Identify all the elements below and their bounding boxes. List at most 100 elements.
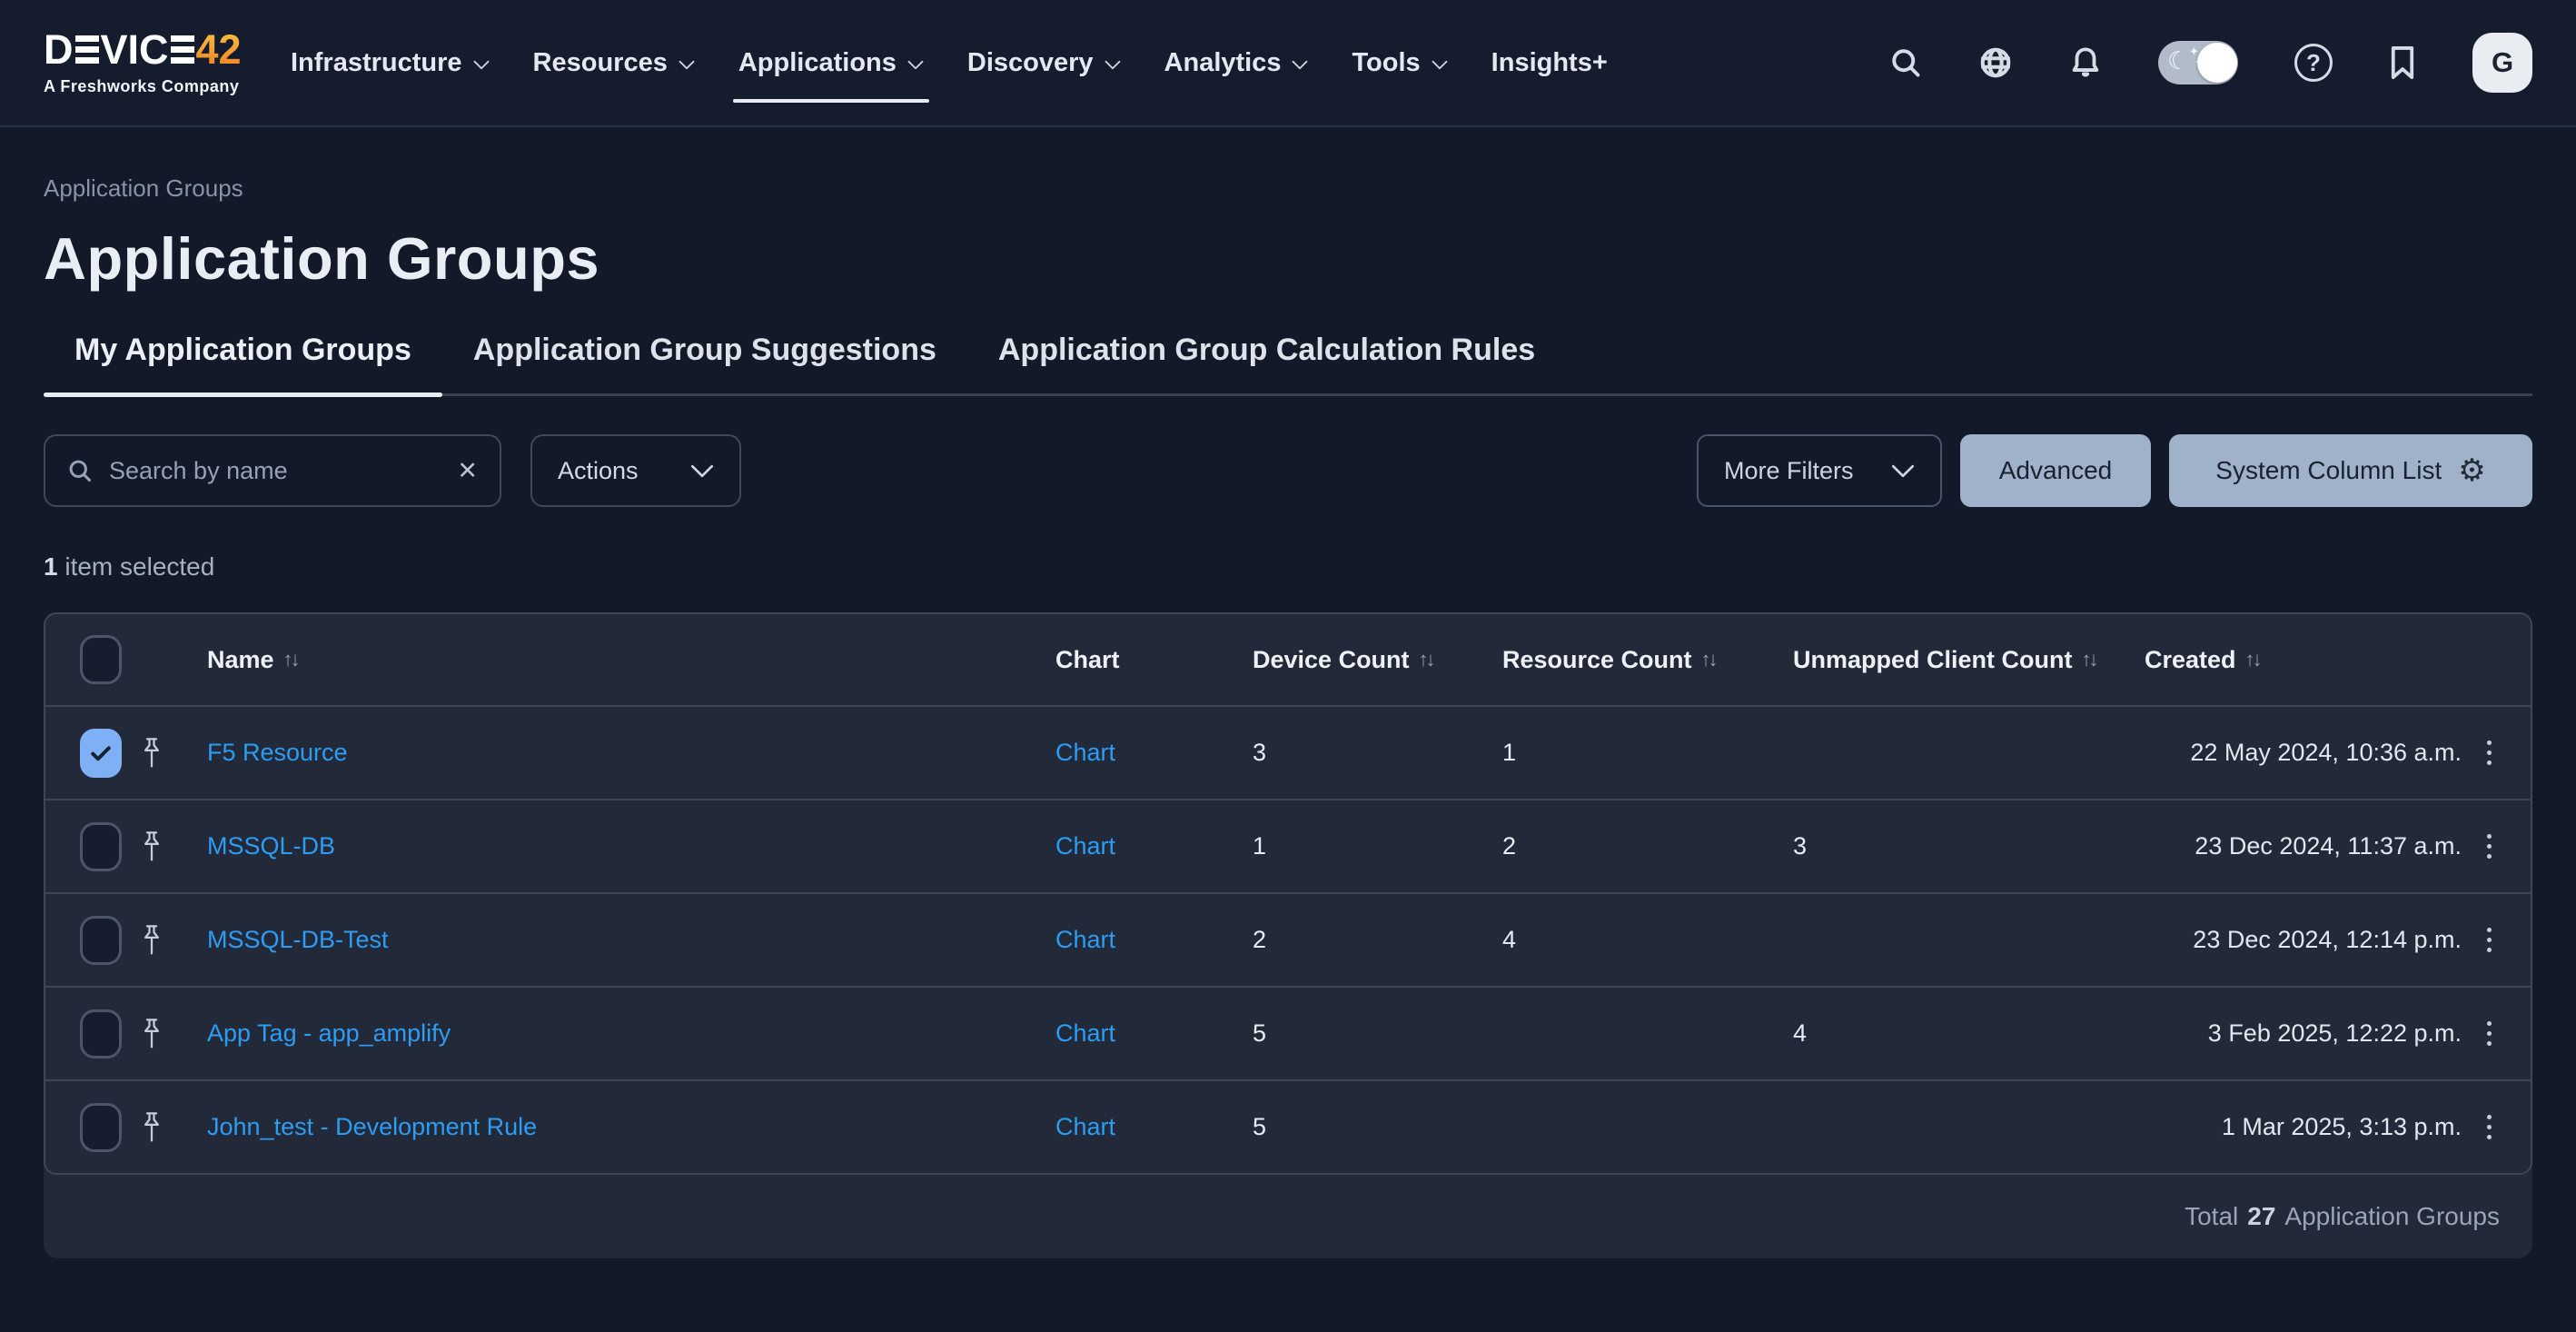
unmapped-client-count-value: 4 — [1793, 1019, 2145, 1048]
pin-icon[interactable] — [138, 922, 165, 959]
search-input[interactable] — [109, 457, 441, 485]
nav-item-label: Discovery — [967, 48, 1094, 78]
row-checkbox[interactable] — [80, 1009, 122, 1059]
pin-icon[interactable] — [138, 829, 165, 865]
app-group-name-link[interactable]: MSSQL-DB — [207, 832, 335, 860]
row-checkbox[interactable] — [80, 729, 122, 778]
sort-icon: ↑↓ — [1419, 648, 1433, 671]
logo-text: D — [44, 29, 74, 70]
nav-item[interactable]: Infrastructure — [291, 0, 490, 126]
row-checkbox[interactable] — [80, 822, 122, 871]
main-menu: Infrastructure Resources Applications Di… — [291, 0, 1608, 126]
chart-link[interactable]: Chart — [1055, 1113, 1115, 1140]
sort-icon: ↑↓ — [283, 648, 298, 671]
row-actions-kebab-icon[interactable] — [2482, 735, 2497, 770]
device-count-value: 1 — [1253, 832, 1502, 860]
nav-item[interactable]: Tools — [1352, 0, 1447, 126]
row-checkbox[interactable] — [80, 1103, 122, 1152]
device-count-value: 5 — [1253, 1113, 1502, 1141]
system-column-list-label: System Column List — [2215, 456, 2442, 485]
application-groups-table: Name↑↓ Chart Device Count↑↓ Resource Cou… — [44, 612, 2532, 1258]
tab[interactable]: Application Group Calculation Rules — [967, 333, 1566, 393]
table-row: MSSQL-DB-Test Chart 2 4 23 Dec 2024, 12:… — [45, 892, 2531, 986]
table-body: F5 Resource Chart 3 1 22 May 2024, 10:36… — [45, 705, 2531, 1173]
nav-item-label: Applications — [738, 48, 897, 78]
pin-icon[interactable] — [138, 735, 165, 771]
app-group-name-link[interactable]: App Tag - app_amplify — [207, 1019, 451, 1047]
logo-stylized-e: E — [171, 35, 194, 64]
row-actions-kebab-icon[interactable] — [2482, 829, 2497, 864]
chevron-down-icon — [690, 464, 714, 478]
search-icon[interactable] — [1889, 46, 1922, 79]
clear-search-icon[interactable]: ✕ — [457, 459, 478, 483]
chevron-down-icon — [1292, 60, 1308, 70]
more-filters-label: More Filters — [1724, 457, 1854, 485]
tab[interactable]: Application Group Suggestions — [442, 333, 967, 393]
unmapped-client-count-value: 3 — [1793, 832, 2145, 860]
nav-item[interactable]: Resources — [533, 0, 695, 126]
column-header-created[interactable]: Created↑↓ — [2145, 646, 2471, 674]
row-checkbox[interactable] — [80, 916, 122, 965]
device-count-value: 5 — [1253, 1019, 1502, 1048]
actions-dropdown[interactable]: Actions — [530, 434, 741, 507]
row-actions-kebab-icon[interactable] — [2482, 1109, 2497, 1145]
chart-link[interactable]: Chart — [1055, 1019, 1115, 1047]
help-icon[interactable]: ? — [2294, 44, 2333, 82]
pin-icon[interactable] — [138, 1016, 165, 1052]
toolbar: ✕ Actions More Filters Advanced System C… — [44, 434, 2532, 507]
selected-count: 1 — [44, 552, 58, 581]
gear-icon: ⚙ — [2458, 455, 2485, 486]
logo-accent-number: 42 — [196, 29, 242, 70]
advanced-button[interactable]: Advanced — [1960, 434, 2151, 507]
created-value: 1 Mar 2025, 3:13 p.m. — [2145, 1113, 2471, 1141]
more-filters-dropdown[interactable]: More Filters — [1697, 434, 1942, 507]
app-group-name-link[interactable]: F5 Resource — [207, 739, 348, 766]
nav-item[interactable]: Applications — [738, 0, 924, 126]
bookmark-icon[interactable] — [2389, 45, 2416, 80]
device42-logo[interactable]: DEVICE42 A Freshworks Company — [44, 29, 253, 96]
nav-item[interactable]: Discovery — [967, 0, 1121, 126]
theme-toggle[interactable]: ☾ ✦ ✦ — [2158, 41, 2238, 84]
app-group-name-link[interactable]: MSSQL-DB-Test — [207, 926, 389, 953]
column-header-resource-count[interactable]: Resource Count↑↓ — [1502, 646, 1793, 674]
logo-wordmark: DEVICE42 — [44, 29, 253, 70]
nav-item[interactable]: Analytics — [1164, 0, 1309, 126]
pin-icon[interactable] — [138, 1109, 165, 1146]
page-title: Application Groups — [44, 224, 2532, 293]
resource-count-value: 1 — [1502, 739, 1793, 767]
chart-link[interactable]: Chart — [1055, 926, 1115, 953]
logo-text: VIC — [101, 29, 169, 70]
device-count-value: 3 — [1253, 739, 1502, 767]
user-avatar[interactable]: G — [2472, 33, 2532, 93]
chart-link[interactable]: Chart — [1055, 739, 1115, 766]
chevron-down-icon — [907, 60, 924, 70]
column-header-name[interactable]: Name↑↓ — [207, 646, 1055, 674]
chevron-down-icon — [1891, 464, 1915, 478]
chart-link[interactable]: Chart — [1055, 832, 1115, 860]
search-icon — [67, 458, 93, 483]
created-value: 23 Dec 2024, 12:14 p.m. — [2145, 926, 2471, 954]
selection-status: 1 item selected — [44, 552, 2532, 582]
footer-total-label: Total — [2185, 1202, 2238, 1231]
logo-subtitle: A Freshworks Company — [44, 77, 253, 96]
tab[interactable]: My Application Groups — [44, 333, 442, 393]
logo-stylized-e: E — [75, 35, 99, 64]
toolbar-right-group: More Filters Advanced System Column List… — [1697, 434, 2532, 507]
search-by-name-box: ✕ — [44, 434, 501, 507]
table-footer: Total 27 Application Groups — [44, 1175, 2532, 1258]
row-actions-kebab-icon[interactable] — [2482, 1016, 2497, 1051]
nav-item-label: Tools — [1352, 48, 1420, 78]
notifications-bell-icon[interactable] — [2069, 45, 2102, 80]
column-header-unmapped-client-count[interactable]: Unmapped Client Count↑↓ — [1793, 646, 2145, 674]
globe-icon[interactable] — [1978, 45, 2013, 80]
row-actions-kebab-icon[interactable] — [2482, 922, 2497, 958]
chevron-down-icon — [473, 60, 490, 70]
system-column-list-button[interactable]: System Column List ⚙ — [2169, 434, 2532, 507]
app-group-name-link[interactable]: John_test - Development Rule — [207, 1113, 537, 1140]
select-all-checkbox[interactable] — [80, 635, 122, 684]
nav-item[interactable]: Insights+ — [1491, 0, 1608, 126]
sort-icon: ↑↓ — [2245, 648, 2260, 671]
device-count-value: 2 — [1253, 926, 1502, 954]
column-header-device-count[interactable]: Device Count↑↓ — [1253, 646, 1502, 674]
tab-bar: My Application GroupsApplication Group S… — [44, 333, 2532, 396]
